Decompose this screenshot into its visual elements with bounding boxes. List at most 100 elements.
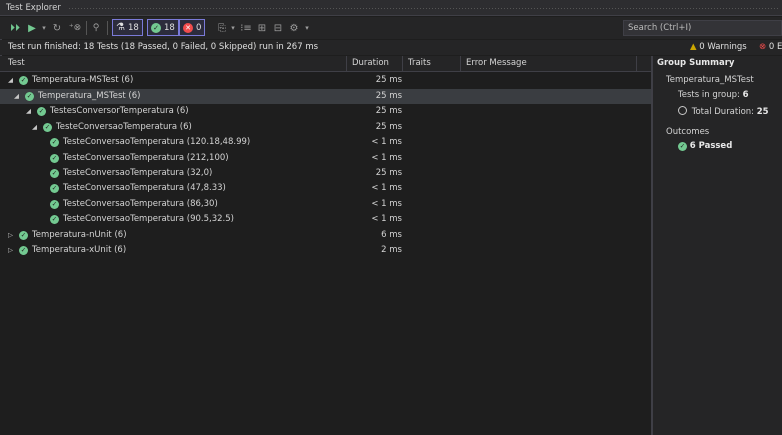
grid-header: Test Duration Traits Error Message — [0, 56, 652, 72]
tree-row[interactable]: ◢ ✓ Temperatura-MSTest (6) 25 ms — [0, 73, 652, 88]
expand-all-icon[interactable]: ⊞ — [256, 20, 268, 36]
column-divider[interactable] — [346, 56, 347, 72]
row-duration: < 1 ms — [371, 137, 402, 147]
row-label: Temperatura-MSTest (6) — [32, 75, 134, 85]
row-duration: < 1 ms — [371, 199, 402, 209]
refresh-icon[interactable]: ↻ — [51, 20, 63, 36]
title-bar: Test Explorer — [0, 0, 782, 16]
total-duration-label: Total Duration: — [691, 107, 755, 117]
window-title: Test Explorer — [6, 3, 61, 13]
passed-icon: ✓ — [678, 141, 687, 151]
expand-arrow-icon[interactable]: ◢ — [26, 107, 33, 115]
filter-icon[interactable]: ⚲ — [90, 20, 102, 36]
passed-icon: ✓ — [50, 199, 59, 209]
row-duration: < 1 ms — [371, 153, 402, 163]
tree-row-selected[interactable]: ◢ ✓ Temperatura_MSTest (6) 25 ms — [0, 89, 652, 104]
row-duration: 6 ms — [381, 230, 402, 240]
status-bar: Test run finished: 18 Tests (18 Passed, … — [0, 40, 782, 55]
test-grid: Test Duration Traits Error Message ◢ ✓ T… — [0, 56, 652, 435]
column-divider[interactable] — [460, 56, 461, 72]
expand-arrow-icon[interactable]: ▷ — [8, 231, 15, 239]
collapse-all-icon[interactable]: ⊟ — [272, 20, 284, 36]
column-divider[interactable] — [636, 56, 637, 72]
toolbar-separator — [86, 21, 87, 35]
outcome-passed[interactable]: ✓ 6 Passed — [678, 141, 732, 151]
tree-row[interactable]: ✓ TesteConversaoTemperatura (86,30) < 1 … — [0, 197, 652, 212]
row-duration: 25 ms — [375, 91, 402, 101]
tree-row[interactable]: ✓ TesteConversaoTemperatura (212,100) < … — [0, 151, 652, 166]
tree-row[interactable]: ◢ ✓ TestesConversorTemperatura (6) 25 ms — [0, 104, 652, 119]
run-dropdown-icon[interactable]: ▾ — [40, 20, 48, 36]
errors-indicator[interactable]: ⊗ 0 E — [759, 42, 782, 52]
column-header-error-message[interactable]: Error Message — [466, 58, 527, 68]
passed-icon: ✓ — [50, 183, 59, 193]
expand-arrow-icon[interactable]: ▷ — [8, 246, 15, 254]
group-summary-panel: Group Summary Temperatura_MSTest Tests i… — [653, 56, 782, 435]
row-label: TesteConversaoTemperatura (6) — [56, 122, 192, 132]
warnings-indicator[interactable]: ▲ 0 Warnings — [690, 42, 747, 52]
column-divider[interactable] — [402, 56, 403, 72]
row-duration: 25 ms — [375, 168, 402, 178]
run-all-icon[interactable]: ⏵⏵ — [8, 20, 22, 36]
passed-icon: ✓ — [19, 245, 28, 255]
row-duration: 25 ms — [375, 106, 402, 116]
row-label: TesteConversaoTemperatura (212,100) — [63, 153, 229, 163]
failed-count: 0 — [196, 22, 202, 33]
playlist-icon[interactable]: ⎘ — [216, 20, 228, 36]
tree-row[interactable]: ✓ TesteConversaoTemperatura (32,0) 25 ms — [0, 166, 652, 181]
settings-dropdown-icon[interactable]: ▾ — [303, 20, 311, 36]
passed-icon: ✓ — [50, 168, 59, 178]
column-header-test[interactable]: Test — [8, 58, 25, 68]
outcomes-label: Outcomes — [666, 127, 710, 137]
warning-icon: ▲ — [690, 42, 697, 52]
row-duration: 2 ms — [381, 245, 402, 255]
row-label: TesteConversaoTemperatura (32,0) — [63, 168, 213, 178]
row-label: Temperatura_MSTest (6) — [38, 91, 141, 101]
passed-icon: ✓ — [151, 22, 161, 33]
error-icon: ⊗ — [759, 42, 767, 52]
total-duration: Total Duration: 25 — [678, 106, 769, 117]
group-name: Temperatura_MSTest — [666, 75, 754, 85]
tree-row[interactable]: ◢ ✓ TesteConversaoTemperatura (6) 25 ms — [0, 120, 652, 135]
warnings-label: 0 Warnings — [699, 42, 747, 52]
search-input[interactable]: Search (Ctrl+I) — [623, 20, 782, 36]
expand-arrow-icon[interactable]: ◢ — [14, 92, 21, 100]
summary-heading: Group Summary — [657, 58, 735, 68]
row-label: TesteConversaoTemperatura (47,8.33) — [63, 183, 226, 193]
tree-row[interactable]: ▷ ✓ Temperatura-nUnit (6) 6 ms — [0, 228, 652, 243]
errors-label: 0 E — [768, 42, 782, 52]
tree-row[interactable]: ✓ TesteConversaoTemperatura (120.18,48.9… — [0, 135, 652, 150]
row-label: Temperatura-xUnit (6) — [32, 245, 127, 255]
settings-icon[interactable]: ⚙ — [288, 20, 300, 36]
tests-in-group-value: 6 — [742, 90, 749, 100]
passed-icon: ✓ — [25, 91, 34, 101]
group-by-icon[interactable]: ⁝≡ — [240, 20, 252, 36]
passed-icon: ✓ — [37, 106, 46, 116]
row-duration: 25 ms — [375, 75, 402, 85]
passed-tests-counter[interactable]: ✓ 18 — [147, 19, 179, 36]
column-header-traits[interactable]: Traits — [408, 58, 431, 68]
passed-icon: ✓ — [50, 214, 59, 224]
passed-icon: ✓ — [50, 137, 59, 147]
cancel-icon[interactable]: ⁺⊗ — [68, 20, 82, 36]
total-tests-counter[interactable]: ⚗ 18 — [112, 19, 143, 36]
expand-arrow-icon[interactable]: ◢ — [8, 76, 15, 84]
passed-icon: ✓ — [19, 75, 28, 85]
tree-row[interactable]: ✓ TesteConversaoTemperatura (90.5,32.5) … — [0, 212, 652, 227]
run-icon[interactable]: ▶ — [26, 20, 38, 36]
outcome-passed-label: 6 Passed — [689, 141, 733, 151]
column-header-duration[interactable]: Duration — [352, 58, 389, 68]
passed-icon: ✓ — [43, 122, 52, 132]
total-duration-value: 25 — [756, 107, 769, 117]
failed-tests-counter[interactable]: ✕ 0 — [179, 19, 206, 36]
tree-row[interactable]: ✓ TesteConversaoTemperatura (47,8.33) < … — [0, 181, 652, 196]
playlist-dropdown-icon[interactable]: ▾ — [229, 20, 237, 36]
toolbar-separator — [107, 21, 108, 35]
run-summary-text: Test run finished: 18 Tests (18 Passed, … — [8, 42, 319, 52]
tree-row[interactable]: ▷ ✓ Temperatura-xUnit (6) 2 ms — [0, 243, 652, 258]
row-label: TestesConversorTemperatura (6) — [50, 106, 189, 116]
expand-arrow-icon[interactable]: ◢ — [32, 123, 39, 131]
row-duration: < 1 ms — [371, 183, 402, 193]
drag-grip[interactable] — [68, 7, 778, 10]
total-count: 18 — [127, 22, 139, 33]
